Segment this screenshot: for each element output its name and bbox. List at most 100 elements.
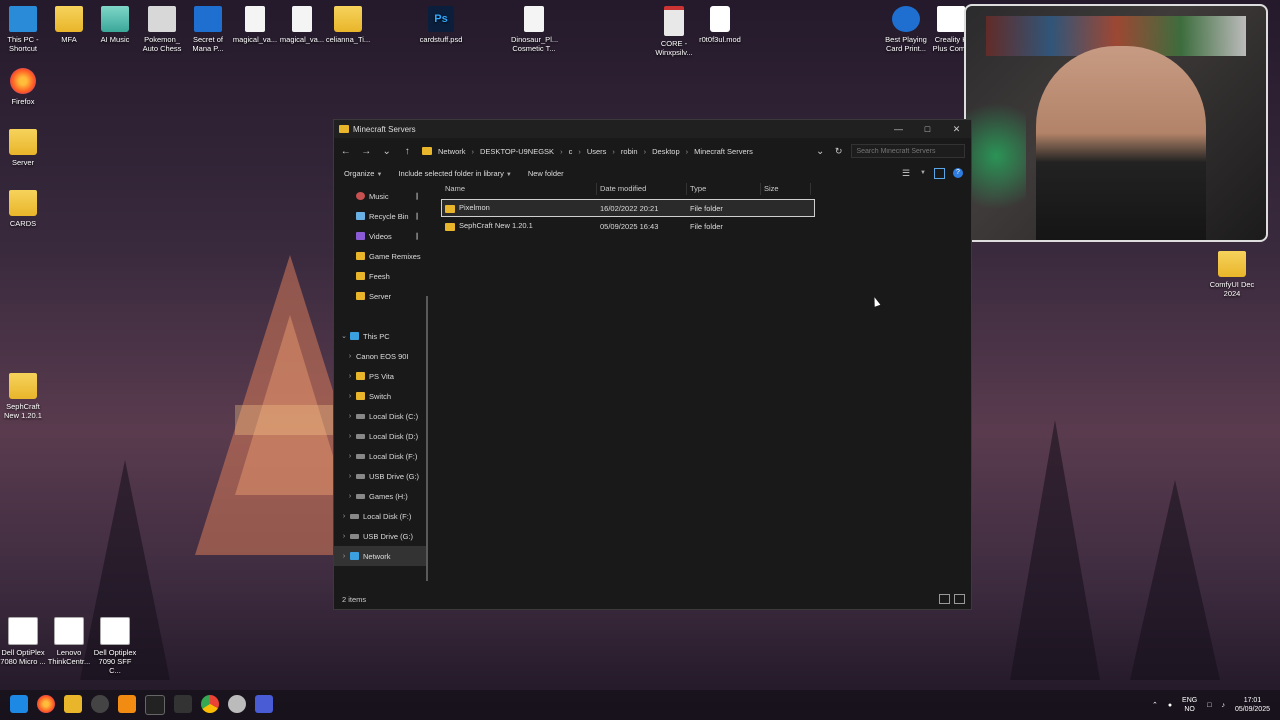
- view-options-icon[interactable]: ☰: [902, 168, 910, 179]
- desktop-icon-magical-va-2[interactable]: magical_va...: [279, 6, 325, 44]
- column-header-date[interactable]: Date modified: [597, 183, 687, 195]
- refresh-icon[interactable]: ↻: [835, 146, 843, 157]
- up-arrow-icon[interactable]: ↑: [402, 146, 414, 157]
- organize-button[interactable]: Organize ▼: [344, 169, 382, 178]
- breadcrumb-item[interactable]: Network: [438, 147, 466, 156]
- caret-down-icon[interactable]: ▼: [920, 170, 926, 176]
- nav-item-local-disk-f[interactable]: › Local Disk (F:): [334, 446, 426, 466]
- desktop-icon-firefox[interactable]: Firefox: [0, 68, 46, 106]
- chevron-right-icon[interactable]: ›: [344, 493, 356, 500]
- column-header-size[interactable]: Size: [761, 183, 811, 195]
- chevron-right-icon[interactable]: ›: [344, 393, 356, 400]
- terminal-icon[interactable]: [145, 695, 165, 715]
- nav-item-videos[interactable]: Videos ❙: [334, 226, 426, 246]
- chevron-right-icon[interactable]: ›: [338, 533, 350, 540]
- nav-item-this-pc[interactable]: ⌄ This PC: [334, 326, 426, 346]
- nav-item-switch[interactable]: › Switch: [334, 386, 426, 406]
- file-explorer-icon[interactable]: [64, 695, 82, 713]
- desktop-icon-dell-7080[interactable]: Dell OptiPlex 7080 Micro ...: [0, 617, 46, 666]
- forward-arrow-icon[interactable]: →: [361, 146, 373, 157]
- chevron-right-icon[interactable]: ›: [344, 373, 356, 380]
- title-bar[interactable]: Minecraft Servers — □ ✕: [334, 120, 971, 138]
- nav-item-music[interactable]: Music ❙: [334, 186, 426, 206]
- desktop-icon-mfa[interactable]: MFA: [46, 6, 92, 44]
- desktop-icon-server[interactable]: Server: [0, 129, 46, 167]
- desktop-icon-magical-va-1[interactable]: magical_va...: [232, 6, 278, 44]
- microphone-icon[interactable]: ●: [1168, 702, 1172, 709]
- nav-item-usb-drive-g-root[interactable]: › USB Drive (G:): [334, 526, 426, 546]
- desktop-icon-celianna[interactable]: celianna_Ti...: [325, 6, 371, 44]
- help-icon[interactable]: ?: [953, 168, 963, 178]
- clock[interactable]: 17:01 05/09/2025: [1235, 696, 1270, 714]
- nav-item-canon[interactable]: › Canon EOS 90I: [334, 346, 426, 366]
- nav-item-recycle-bin[interactable]: Recycle Bin ❙: [334, 206, 426, 226]
- chevron-right-icon[interactable]: ›: [344, 353, 356, 360]
- nav-item-local-disk-c[interactable]: › Local Disk (C:): [334, 406, 426, 426]
- desktop-icon-dinosaur[interactable]: Dinosaur_Pl... Cosmetic T...: [511, 6, 558, 53]
- breadcrumb-item[interactable]: c: [569, 147, 573, 156]
- chevron-right-icon[interactable]: ›: [344, 473, 356, 480]
- large-icons-view-icon[interactable]: [954, 594, 965, 604]
- file-row-sephcraft[interactable]: SephCraft New 1.20.1 05/09/2025 16:43 Fi…: [442, 218, 814, 234]
- desktop-icon-core[interactable]: CORE - Winxpsilv...: [651, 6, 697, 57]
- start-icon[interactable]: [10, 695, 28, 713]
- language-indicator[interactable]: ENG NO: [1182, 696, 1197, 714]
- nav-item-feesh[interactable]: Feesh: [334, 266, 426, 286]
- desktop-icon-lenovo[interactable]: Lenovo ThinkCentr...: [46, 617, 92, 666]
- breadcrumb-item[interactable]: DESKTOP-U9NEGSK: [480, 147, 554, 156]
- chevron-up-icon[interactable]: ⌃: [1152, 701, 1158, 709]
- chevron-right-icon[interactable]: ›: [338, 553, 350, 560]
- new-folder-button[interactable]: New folder: [528, 169, 564, 178]
- settings-icon[interactable]: [91, 695, 109, 713]
- desktop-icon-secret-of-mana[interactable]: Secret of Mana P...: [185, 6, 231, 53]
- preview-pane-icon[interactable]: [934, 167, 945, 179]
- desktop-icon-cardstuff-psd[interactable]: Ps cardstuff.psd: [418, 6, 464, 44]
- close-button[interactable]: ✕: [942, 124, 971, 135]
- breadcrumb-item[interactable]: Desktop: [652, 147, 680, 156]
- chevron-right-icon[interactable]: ›: [344, 433, 356, 440]
- desktop-icon-mod[interactable]: r0t0f3ul.mod: [697, 6, 743, 44]
- desktop-icon-comfyui[interactable]: ComfyUI Dec 2024: [1209, 251, 1255, 298]
- volume-icon[interactable]: ♪: [1221, 702, 1225, 709]
- desktop-icon-pokemon-auto-chess[interactable]: Pokemon_ Auto Chess: [139, 6, 185, 53]
- search-input[interactable]: [851, 144, 965, 158]
- app-icon[interactable]: [255, 695, 273, 713]
- vlc-icon[interactable]: [118, 695, 136, 713]
- recent-locations-chevron-icon[interactable]: ⌄: [381, 146, 393, 157]
- breadcrumb-item[interactable]: Users: [587, 147, 607, 156]
- network-icon[interactable]: □: [1207, 702, 1211, 709]
- desktop-icon-ai-music[interactable]: AI Music: [92, 6, 138, 44]
- breadcrumb-item[interactable]: robin: [621, 147, 638, 156]
- chevron-right-icon[interactable]: ›: [344, 453, 356, 460]
- include-in-library-button[interactable]: Include selected folder in library ▼: [398, 169, 511, 178]
- nav-item-usb-drive-g[interactable]: › USB Drive (G:): [334, 466, 426, 486]
- nav-item-games-h[interactable]: › Games (H:): [334, 486, 426, 506]
- nav-item-local-disk-f-root[interactable]: › Local Disk (F:): [334, 506, 426, 526]
- desktop-icon-best-playing-card[interactable]: Best Playing Card Print...: [883, 6, 929, 53]
- firefox-icon[interactable]: [37, 695, 55, 713]
- desktop-icon-sephcraft[interactable]: SephCraft New 1.20.1: [0, 373, 46, 420]
- app-icon[interactable]: [174, 695, 192, 713]
- nav-item-ps-vita[interactable]: › PS Vita: [334, 366, 426, 386]
- desktop-icon-this-pc[interactable]: This PC - Shortcut: [0, 6, 46, 53]
- breadcrumb-item[interactable]: Minecraft Servers: [694, 147, 753, 156]
- back-arrow-icon[interactable]: ←: [340, 146, 352, 157]
- nav-item-server[interactable]: Server: [334, 286, 426, 306]
- chevron-down-icon[interactable]: ⌄: [338, 332, 350, 340]
- chrome-icon[interactable]: [201, 695, 219, 713]
- file-row-pixelmon[interactable]: Pixelmon 16/02/2022 20:21 File folder: [441, 199, 815, 217]
- chevron-right-icon[interactable]: ›: [344, 413, 356, 420]
- column-header-name[interactable]: Name: [442, 183, 597, 195]
- nav-item-game-remixes[interactable]: Game Remixes: [334, 246, 426, 266]
- nav-item-network[interactable]: › Network: [334, 546, 426, 566]
- nav-item-local-disk-d[interactable]: › Local Disk (D:): [334, 426, 426, 446]
- desktop-icon-cards[interactable]: CARDS: [0, 190, 46, 228]
- maximize-button[interactable]: □: [913, 124, 942, 135]
- app-icon[interactable]: [228, 695, 246, 713]
- desktop-icon-dell-7090[interactable]: Dell Optiplex 7090 SFF C...: [92, 617, 138, 675]
- column-header-type[interactable]: Type: [687, 183, 761, 195]
- minimize-button[interactable]: —: [884, 124, 913, 135]
- chevron-right-icon[interactable]: ›: [338, 513, 350, 520]
- details-view-icon[interactable]: [939, 594, 950, 604]
- address-dropdown-chevron-icon[interactable]: ⌄: [814, 146, 826, 157]
